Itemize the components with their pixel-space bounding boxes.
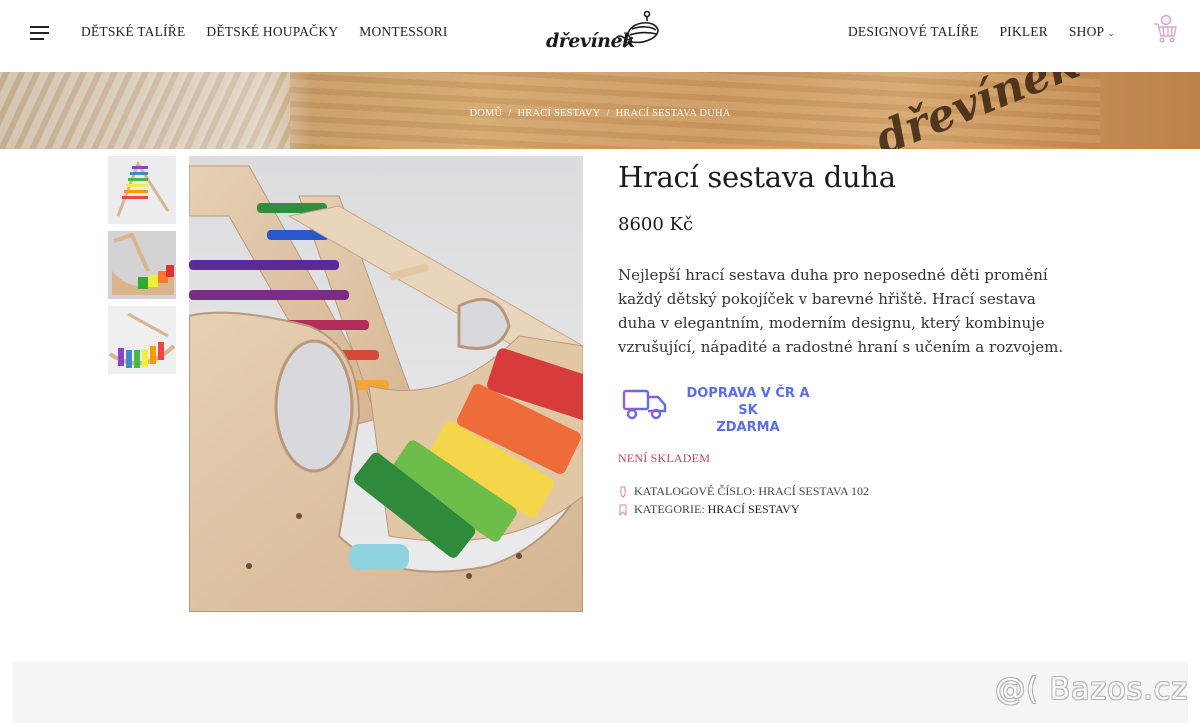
site-header: DĚTSKÉ TALÍŘE DĚTSKÉ HOUPAČKY MONTESSORI…: [0, 0, 1200, 72]
gallery-thumbnail-1[interactable]: [108, 156, 176, 224]
category-label: KATEGORIE:: [634, 502, 705, 516]
nav-link-montessori[interactable]: MONTESSORI: [359, 24, 447, 40]
free-shipping-badge: DOPRAVA V ČR A SK ZDARMA: [618, 381, 1078, 435]
category-link[interactable]: HRACÍ SESTAVY: [708, 502, 800, 517]
shipping-line-2: ZDARMA: [716, 420, 780, 435]
gallery-thumbnails: [101, 156, 181, 381]
product-description: Nejlepší hrací sestava duha pro neposedn…: [618, 266, 1064, 356]
breadcrumb-home[interactable]: DOMŮ: [469, 108, 502, 119]
gallery-thumbnail-3[interactable]: [108, 306, 176, 374]
site-logo[interactable]: dřevínek: [544, 10, 660, 56]
category-row: KATEGORIE: HRACÍ SESTAVY: [618, 502, 1078, 517]
nav-link-designove-talire[interactable]: DESIGNOVÉ TALÍŘE: [848, 24, 978, 40]
stock-status: NENÍ SKLADEM: [618, 451, 711, 465]
breadcrumb-category[interactable]: HRACÍ SESTAVY: [517, 108, 600, 119]
shop-label: SHOP: [1068, 24, 1105, 39]
nav-link-pikler[interactable]: PIKLER: [999, 24, 1047, 40]
hero-banner: dřevínek DOMŮ / HRACÍ SESTAVY / HRACÍ SESTAV…: [0, 72, 1200, 149]
sku-label: KATALOGOVÉ ČÍSLO:: [634, 484, 756, 498]
nav-link-shop[interactable]: SHOP ⌄: [1069, 24, 1115, 40]
nav-right: DESIGNOVÉ TALÍŘE PIKLER SHOP ⌄: [848, 24, 1115, 40]
cart-icon[interactable]: [1152, 14, 1178, 44]
sku-row: KATALOGOVÉ ČÍSLO: HRACÍ SESTAVA 102: [618, 484, 1078, 499]
breadcrumb: DOMŮ / HRACÍ SESTAVY / HRACÍ SESTAVA DUHA: [469, 108, 731, 119]
spinning-top-icon: [615, 10, 659, 48]
bazos-watermark: @( Bazos.cz: [995, 672, 1188, 707]
product-info: Hrací sestava duha 8600 Kč Nejlepší hrac…: [618, 160, 1078, 520]
sku-value: HRACÍ SESTAVA 102: [758, 484, 869, 498]
breadcrumb-current: HRACÍ SESTAVA DUHA: [615, 108, 731, 119]
gallery-thumbnail-2[interactable]: [108, 231, 176, 299]
product-meta: KATALOGOVÉ ČÍSLO: HRACÍ SESTAVA 102 KATE…: [618, 484, 1078, 517]
menu-icon[interactable]: [30, 26, 49, 40]
product-price: 8600 Kč: [618, 214, 694, 235]
chevron-down-icon: ⌄: [1107, 28, 1115, 38]
truck-icon: [618, 389, 667, 420]
bookmark-icon: [619, 504, 627, 516]
shipping-line-1: DOPRAVA V ČR A SK: [686, 386, 810, 418]
product-main-image[interactable]: [189, 156, 583, 612]
nav-link-detske-talire[interactable]: DĚTSKÉ TALÍŘE: [81, 24, 185, 40]
shipping-text: DOPRAVA V ČR A SK ZDARMA: [678, 385, 818, 436]
nav-link-detske-houpacky[interactable]: DĚTSKÉ HOUPAČKY: [206, 24, 338, 40]
nav-left: DĚTSKÉ TALÍŘE DĚTSKÉ HOUPAČKY MONTESSORI: [81, 24, 448, 40]
product-photo: [189, 156, 583, 612]
product-title: Hrací sestava duha: [618, 160, 896, 194]
tag-icon: [620, 486, 626, 498]
